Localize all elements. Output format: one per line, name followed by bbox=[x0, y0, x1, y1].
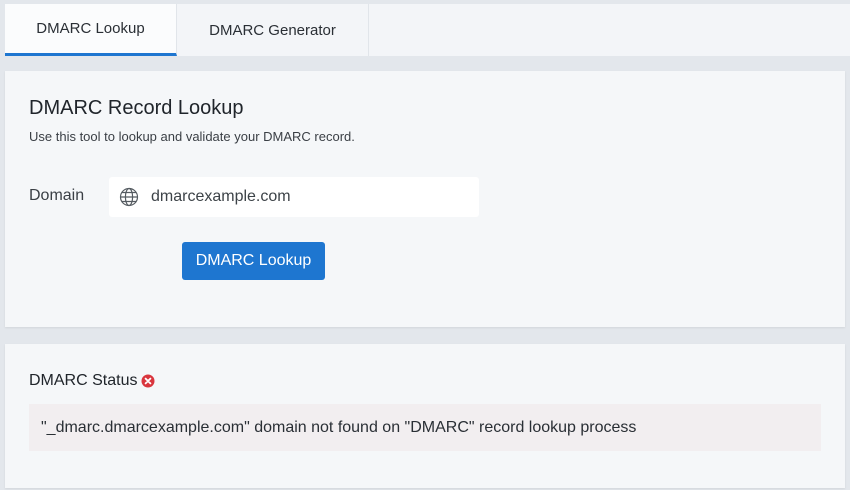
page-title: DMARC Record Lookup bbox=[29, 97, 244, 119]
tab-dmarc-lookup[interactable]: DMARC Lookup bbox=[5, 4, 177, 56]
domain-input-wrapper[interactable] bbox=[109, 177, 479, 217]
globe-icon bbox=[119, 187, 139, 207]
domain-label: Domain bbox=[29, 187, 85, 204]
error-circle-icon bbox=[141, 374, 155, 388]
status-title: DMARC Status bbox=[29, 372, 138, 389]
tab-dmarc-generator[interactable]: DMARC Generator bbox=[177, 4, 369, 56]
status-card: DMARC Status "_dmarc.dmarcexample.com" d… bbox=[5, 344, 845, 488]
lookup-card: DMARC Record Lookup Use this tool to loo… bbox=[5, 71, 845, 327]
dmarc-lookup-button[interactable]: DMARC Lookup bbox=[182, 242, 325, 280]
domain-input[interactable] bbox=[151, 188, 461, 206]
status-heading: DMARC Status bbox=[29, 372, 155, 390]
page-subtitle: Use this tool to lookup and validate you… bbox=[29, 129, 355, 144]
status-message: "_dmarc.dmarcexample.com" domain not fou… bbox=[29, 404, 821, 451]
tab-bar: DMARC Lookup DMARC Generator bbox=[5, 4, 850, 56]
